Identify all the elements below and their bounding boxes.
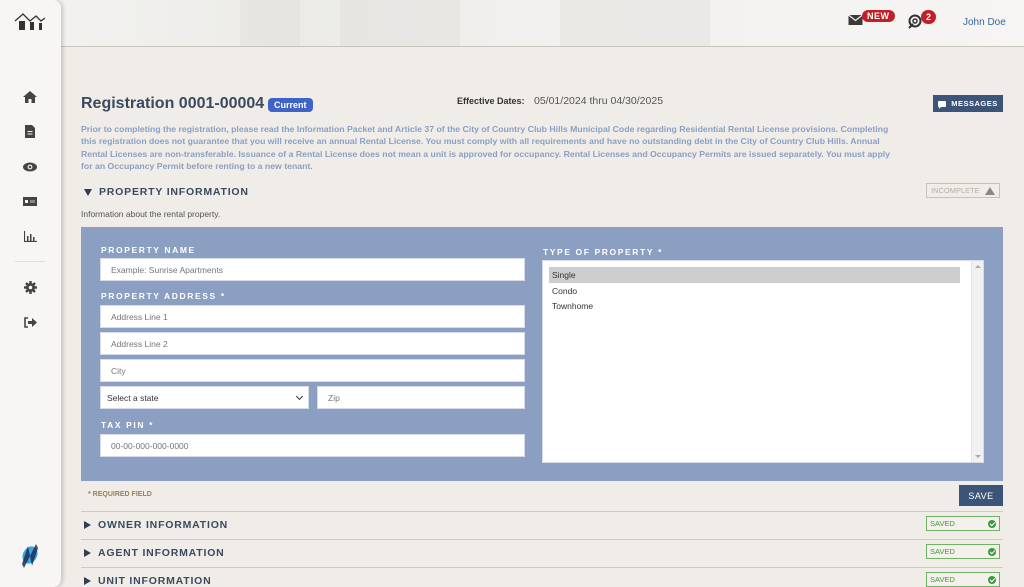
required-field-note: * REQUIRED FIELD: [88, 491, 152, 498]
user-menu[interactable]: John Doe: [963, 17, 1006, 28]
caret-right-icon: [84, 549, 91, 557]
check-circle-icon: [988, 519, 996, 528]
money-icon: [23, 196, 37, 206]
section-description: Information about the rental property.: [81, 209, 221, 219]
sync-count-badge: 2: [921, 10, 936, 24]
sidebar-item-settings[interactable]: [22, 279, 38, 295]
property-name-input[interactable]: [100, 258, 525, 281]
messages-button-label: MESSAGES: [951, 99, 998, 108]
check-circle-icon: [988, 575, 996, 584]
document-icon: [25, 124, 35, 138]
state-select[interactable]: Select a state: [100, 386, 309, 409]
sidebar-item-view[interactable]: [22, 159, 38, 175]
header-background-decoration: [340, 0, 460, 46]
city-input[interactable]: [100, 359, 525, 382]
intro-text: Prior to completing the registration, pl…: [81, 124, 891, 171]
incomplete-status-badge: INCOMPLETE: [926, 183, 1000, 198]
address-line-2-input[interactable]: [100, 332, 525, 355]
save-button[interactable]: SAVE: [959, 485, 1003, 506]
eye-icon: [23, 162, 37, 172]
required-star: *: [658, 247, 664, 257]
section-unit-information[interactable]: UNIT INFORMATION: [84, 575, 212, 587]
sidebar-item-documents[interactable]: [22, 123, 38, 139]
status-text: SAVED: [930, 519, 955, 528]
effective-dates-label: Effective Dates:: [457, 96, 525, 106]
status-text: INCOMPLETE: [931, 186, 980, 195]
property-name-label: PROPERTY NAME: [101, 245, 196, 255]
property-type-listbox[interactable]: Single Condo Townhome: [542, 260, 984, 463]
scroll-up-arrow-icon[interactable]: [975, 265, 981, 268]
section-title: AGENT INFORMATION: [98, 547, 225, 559]
section-divider: [81, 567, 1003, 568]
tax-pin-input[interactable]: [100, 434, 525, 457]
saved-status-badge: SAVED: [926, 572, 1000, 587]
property-type-label: TYPE OF PROPERTY *: [543, 247, 664, 257]
sidebar-item-sign-out[interactable]: [22, 314, 38, 330]
tax-pin-label: TAX PIN *: [101, 420, 155, 430]
header-background-decoration: [560, 0, 710, 46]
header-background-decoration: [240, 0, 300, 46]
bar-chart-icon: [23, 230, 37, 242]
page-title: Registration 0001-00004: [81, 95, 265, 112]
section-owner-information[interactable]: OWNER INFORMATION: [84, 519, 228, 531]
houses-logo-icon: [14, 13, 46, 30]
vendor-logo: [18, 542, 42, 573]
vendor-brand-icon: [22, 544, 38, 568]
sign-out-icon: [23, 316, 37, 328]
chat-icon: [938, 100, 947, 109]
section-agent-information[interactable]: AGENT INFORMATION: [84, 547, 225, 559]
listbox-scrollbar[interactable]: [971, 261, 983, 462]
zip-input[interactable]: [317, 386, 525, 409]
messages-button[interactable]: MESSAGES: [933, 95, 1003, 112]
section-divider: [81, 511, 1003, 512]
state-select-value: Select a state: [107, 392, 159, 403]
sidebar-item-reports[interactable]: [22, 228, 38, 244]
status-text: SAVED: [930, 547, 955, 556]
address-line-1-input[interactable]: [100, 305, 525, 328]
warning-icon: [985, 186, 995, 195]
sidebar-item-payments[interactable]: [22, 193, 38, 209]
property-address-label: PROPERTY ADDRESS *: [101, 291, 226, 301]
section-title: UNIT INFORMATION: [98, 575, 212, 587]
sidebar: [0, 0, 61, 587]
section-title: PROPERTY INFORMATION: [99, 186, 249, 198]
property-type-option[interactable]: Townhome: [549, 298, 960, 314]
caret-down-icon: [84, 188, 92, 196]
scroll-down-arrow-icon[interactable]: [975, 455, 981, 458]
property-type-option[interactable]: Condo: [549, 283, 960, 299]
top-header: [0, 0, 1024, 47]
section-property-information[interactable]: PROPERTY INFORMATION: [84, 186, 249, 198]
saved-status-badge: SAVED: [926, 516, 1000, 531]
gear-icon: [23, 280, 37, 294]
effective-dates-value: 05/01/2024 thru 04/30/2025: [534, 95, 664, 107]
required-star: *: [220, 291, 226, 301]
sidebar-item-home[interactable]: [22, 89, 38, 105]
saved-status-badge: SAVED: [926, 544, 1000, 559]
check-circle-icon: [988, 547, 996, 556]
app-logo[interactable]: [14, 12, 46, 37]
caret-right-icon: [84, 577, 91, 585]
property-type-option[interactable]: Single: [549, 267, 960, 283]
sidebar-divider: [15, 261, 45, 262]
status-badge: Current: [268, 98, 313, 112]
status-text: SAVED: [930, 575, 955, 584]
chevron-down-icon: [295, 392, 304, 400]
new-mail-badge: NEW: [862, 10, 895, 22]
home-icon: [23, 91, 37, 103]
caret-right-icon: [84, 521, 91, 529]
section-title: OWNER INFORMATION: [98, 519, 229, 531]
section-divider: [81, 539, 1003, 540]
required-star: *: [149, 420, 155, 430]
